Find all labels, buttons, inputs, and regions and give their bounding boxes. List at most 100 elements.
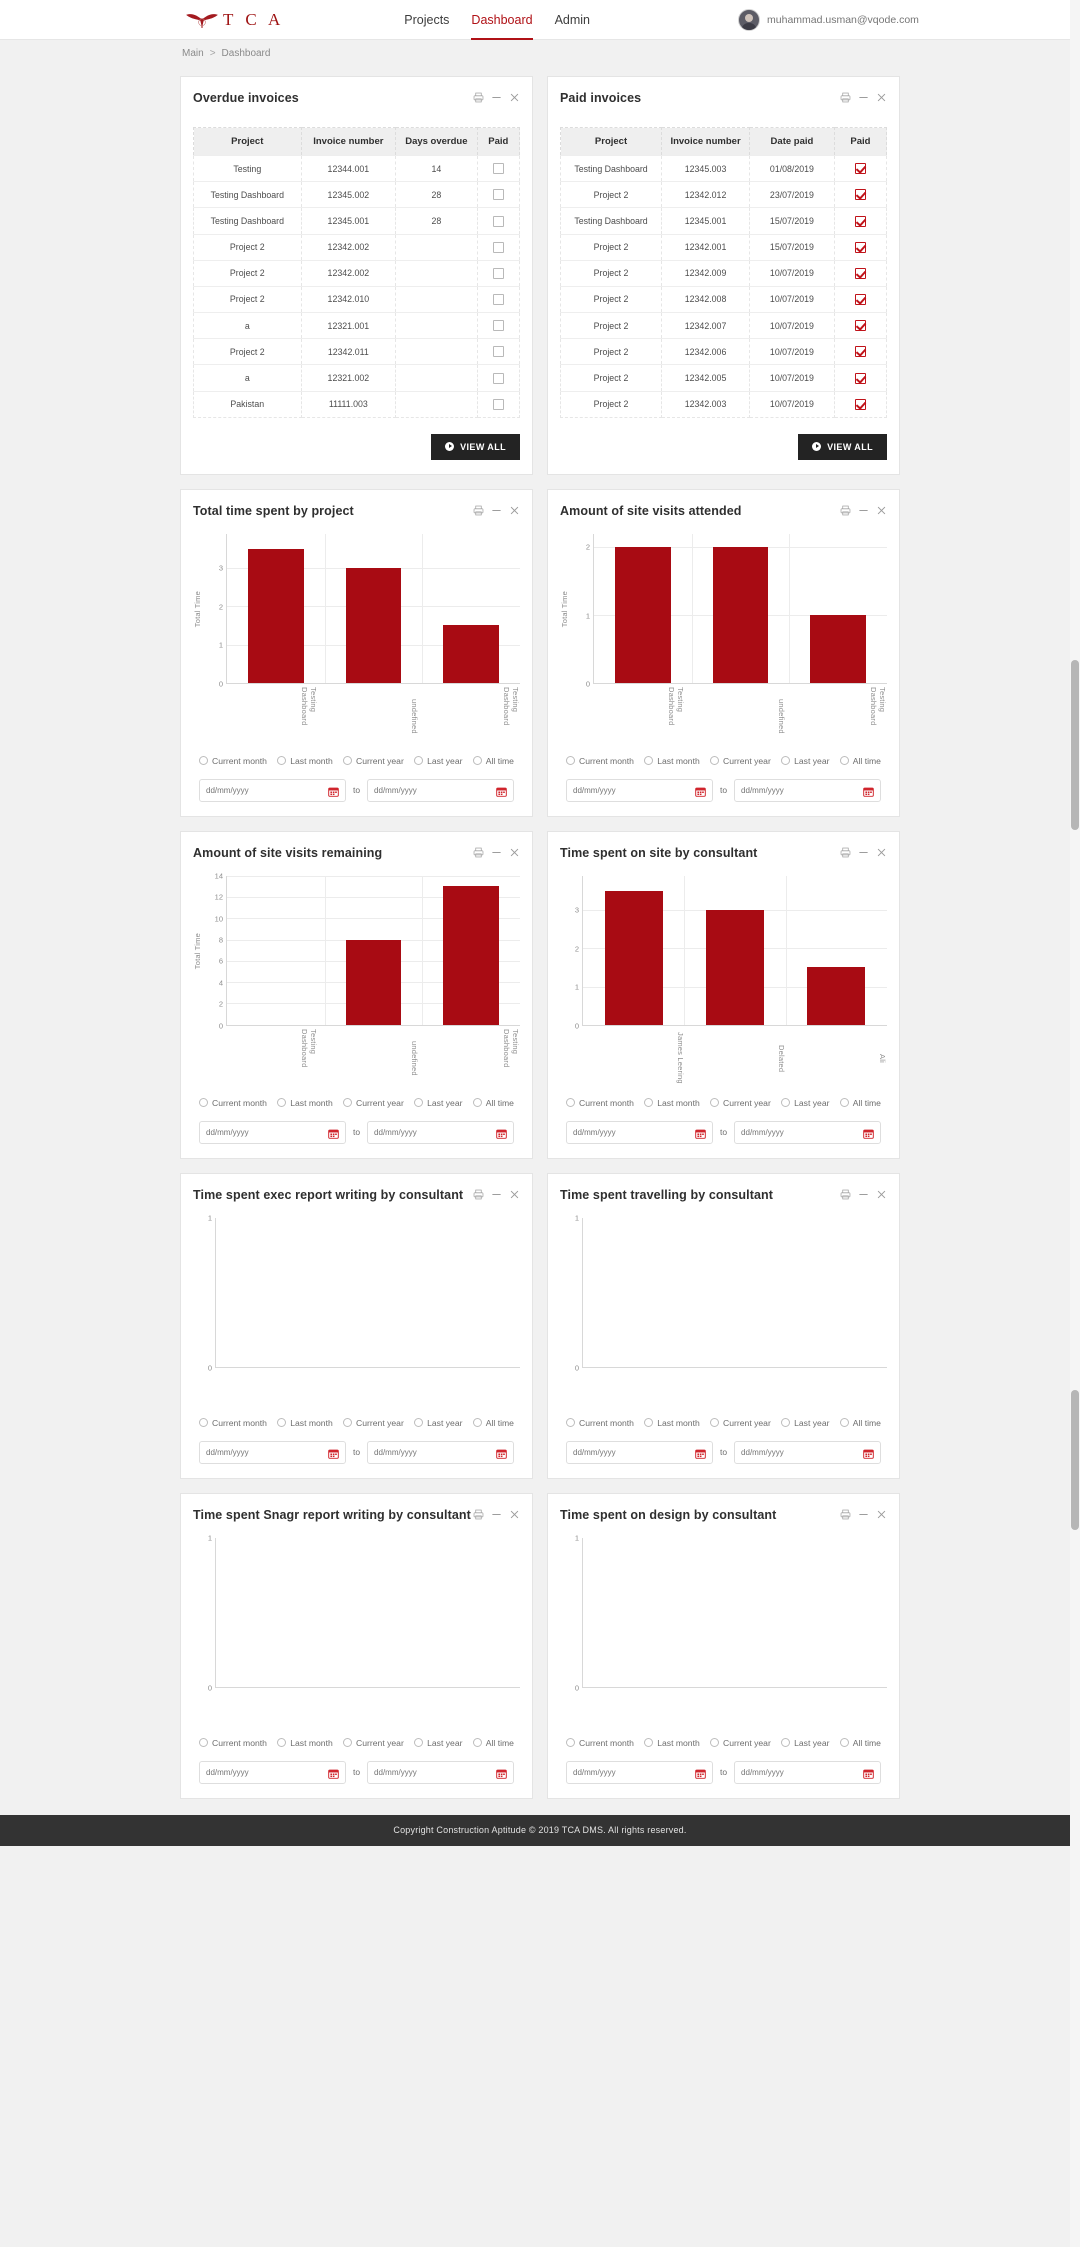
calendar-icon[interactable]: [863, 1767, 874, 1779]
radio-indicator[interactable]: [472, 756, 482, 766]
radio-indicator[interactable]: [839, 1098, 849, 1108]
bar[interactable]: [706, 910, 764, 1025]
minimize-icon[interactable]: [491, 92, 502, 103]
radio-indicator[interactable]: [472, 1418, 482, 1428]
radio-indicator[interactable]: [414, 1098, 424, 1108]
paid-checkbox[interactable]: [854, 215, 866, 227]
radio-option-1[interactable]: Last month: [277, 1418, 333, 1428]
radio-option-0[interactable]: Current month: [199, 1098, 267, 1108]
date-from-field[interactable]: [199, 1440, 346, 1464]
radio-indicator[interactable]: [710, 1738, 720, 1748]
bar[interactable]: [345, 568, 402, 683]
close-icon[interactable]: [876, 847, 887, 858]
calendar-icon[interactable]: [328, 1447, 339, 1459]
date-from-field[interactable]: [566, 778, 713, 802]
calendar-icon[interactable]: [328, 1767, 339, 1779]
scrollbar-thumb[interactable]: [1071, 660, 1079, 830]
close-icon[interactable]: [509, 1189, 520, 1200]
radio-option-3[interactable]: Last year: [414, 756, 462, 766]
close-icon[interactable]: [509, 505, 520, 516]
radio-indicator[interactable]: [644, 1418, 654, 1428]
bar[interactable]: [443, 625, 500, 683]
calendar-icon[interactable]: [695, 1127, 706, 1139]
paid-checkbox[interactable]: [854, 372, 866, 384]
date-to-field[interactable]: [734, 1440, 881, 1464]
paid-checkbox[interactable]: [492, 163, 504, 175]
radio-indicator[interactable]: [781, 756, 791, 766]
radio-option-4[interactable]: All time: [472, 756, 514, 766]
minimize-icon[interactable]: [858, 1509, 869, 1520]
paid-checkbox[interactable]: [854, 346, 866, 358]
radio-option-1[interactable]: Last month: [277, 756, 333, 766]
date-from-input[interactable]: [573, 1767, 667, 1777]
view-all-button-overdue[interactable]: VIEW ALL: [431, 433, 520, 460]
radio-option-1[interactable]: Last month: [277, 1738, 333, 1748]
breadcrumb-root[interactable]: Main: [182, 48, 204, 59]
radio-option-1[interactable]: Last month: [644, 1738, 700, 1748]
close-icon[interactable]: [876, 505, 887, 516]
date-from-input[interactable]: [206, 785, 300, 795]
radio-indicator[interactable]: [199, 1098, 208, 1108]
radio-option-0[interactable]: Current month: [566, 1418, 634, 1428]
radio-option-1[interactable]: Last month: [644, 1418, 700, 1428]
radio-indicator[interactable]: [781, 1738, 791, 1748]
date-to-input[interactable]: [374, 785, 468, 795]
date-to-input[interactable]: [741, 1127, 835, 1137]
minimize-icon[interactable]: [858, 847, 869, 858]
scrollbar-thumb-secondary[interactable]: [1071, 1390, 1079, 1530]
radio-option-0[interactable]: Current month: [199, 1738, 267, 1748]
radio-indicator[interactable]: [710, 1418, 720, 1428]
date-from-field[interactable]: [566, 1760, 713, 1784]
radio-indicator[interactable]: [277, 756, 287, 766]
paid-checkbox[interactable]: [854, 267, 866, 279]
radio-indicator[interactable]: [566, 756, 575, 766]
date-from-input[interactable]: [573, 1447, 667, 1457]
radio-option-4[interactable]: All time: [839, 756, 881, 766]
close-icon[interactable]: [876, 1509, 887, 1520]
date-from-input[interactable]: [206, 1127, 300, 1137]
paid-checkbox[interactable]: [854, 163, 866, 175]
paid-checkbox[interactable]: [492, 372, 504, 384]
user-menu[interactable]: muhammad.usman@vqode.com: [738, 8, 919, 31]
radio-option-2[interactable]: Current year: [710, 1098, 771, 1108]
print-icon[interactable]: [840, 92, 851, 103]
calendar-icon[interactable]: [328, 785, 339, 797]
date-from-field[interactable]: [566, 1120, 713, 1144]
radio-indicator[interactable]: [839, 1418, 849, 1428]
date-from-input[interactable]: [573, 785, 667, 795]
radio-option-2[interactable]: Current year: [710, 1418, 771, 1428]
radio-option-4[interactable]: All time: [472, 1418, 514, 1428]
radio-option-4[interactable]: All time: [839, 1418, 881, 1428]
radio-indicator[interactable]: [277, 1738, 287, 1748]
view-all-button-paid[interactable]: VIEW ALL: [798, 433, 887, 460]
calendar-icon[interactable]: [695, 785, 706, 797]
radio-indicator[interactable]: [199, 1738, 208, 1748]
date-to-field[interactable]: [734, 1760, 881, 1784]
date-to-input[interactable]: [374, 1767, 468, 1777]
radio-option-1[interactable]: Last month: [644, 1098, 700, 1108]
radio-indicator[interactable]: [839, 1738, 849, 1748]
minimize-icon[interactable]: [491, 1509, 502, 1520]
radio-option-1[interactable]: Last month: [277, 1098, 333, 1108]
radio-indicator[interactable]: [710, 756, 720, 766]
date-from-field[interactable]: [199, 1120, 346, 1144]
radio-option-1[interactable]: Last month: [644, 756, 700, 766]
paid-checkbox[interactable]: [492, 346, 504, 358]
date-to-input[interactable]: [741, 1767, 835, 1777]
date-from-field[interactable]: [566, 1440, 713, 1464]
paid-checkbox[interactable]: [854, 294, 866, 306]
paid-checkbox[interactable]: [492, 267, 504, 279]
radio-indicator[interactable]: [472, 1738, 482, 1748]
bar[interactable]: [615, 547, 671, 683]
nav-item-admin[interactable]: Admin: [555, 0, 590, 40]
minimize-icon[interactable]: [491, 505, 502, 516]
close-icon[interactable]: [876, 92, 887, 103]
bar[interactable]: [604, 891, 663, 1025]
radio-option-2[interactable]: Current year: [710, 756, 771, 766]
paid-checkbox[interactable]: [854, 398, 866, 410]
print-icon[interactable]: [473, 92, 484, 103]
date-from-field[interactable]: [199, 778, 346, 802]
radio-indicator[interactable]: [566, 1098, 575, 1108]
bar[interactable]: [810, 615, 867, 683]
radio-option-0[interactable]: Current month: [566, 756, 634, 766]
